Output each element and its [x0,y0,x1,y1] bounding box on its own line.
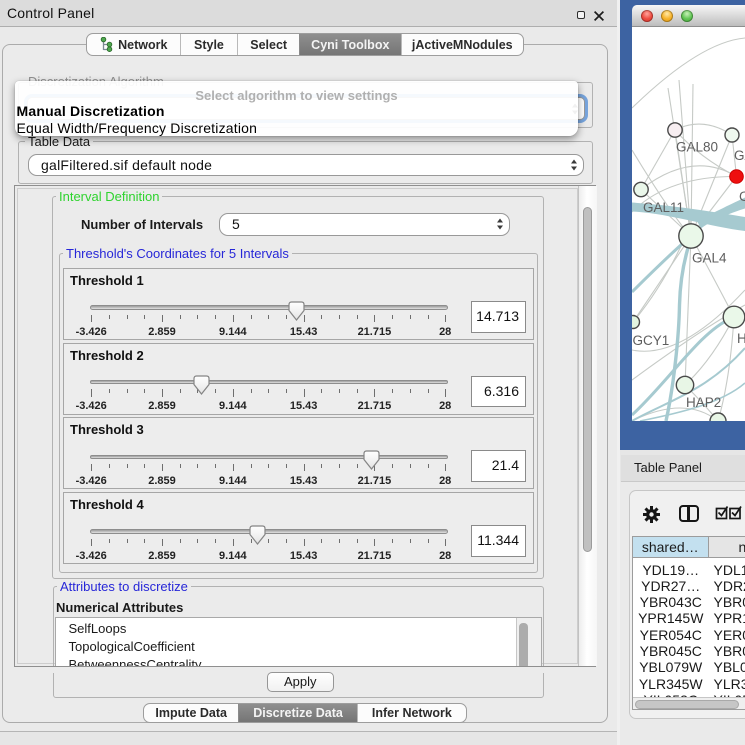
svg-text:GAL4: GAL4 [692,251,727,266]
svg-text:CO: CO [739,189,745,204]
svg-text:GAL80: GAL80 [676,140,718,155]
svg-text:GCY1: GCY1 [633,333,670,348]
svg-text:GA: GA [734,148,745,163]
svg-text:HAP2: HAP2 [686,395,721,410]
svg-text:GAL11: GAL11 [643,200,684,215]
svg-text:HI: HI [737,331,745,346]
